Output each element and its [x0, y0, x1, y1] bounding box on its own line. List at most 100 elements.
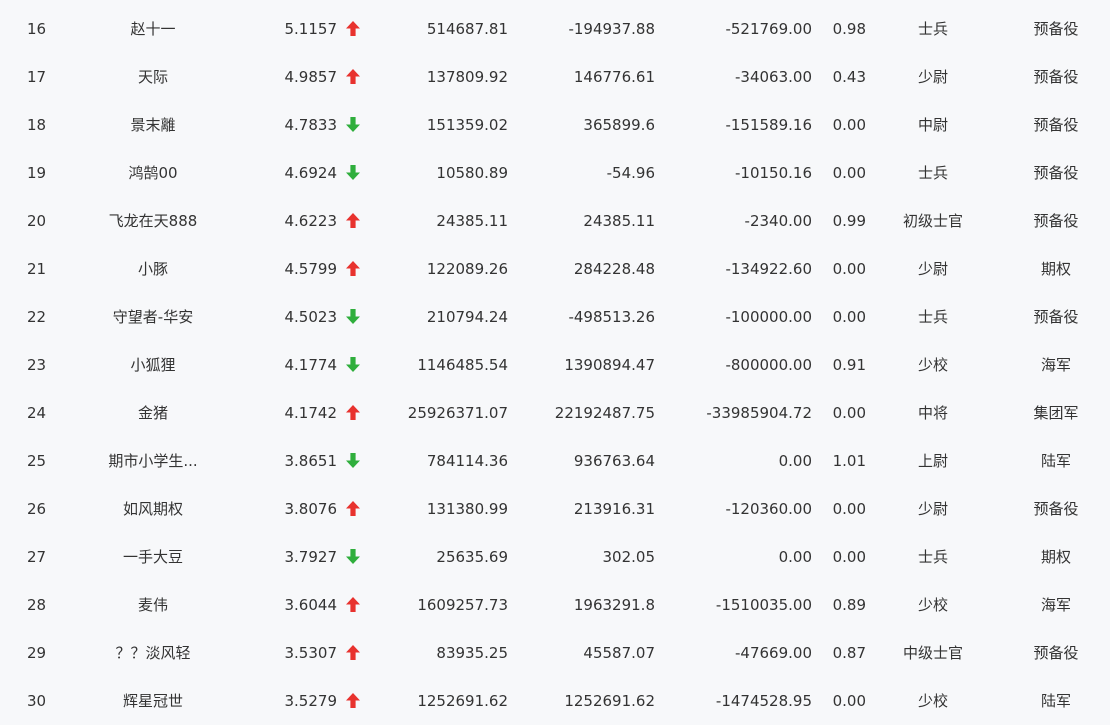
name-cell: 守望者-华安 [112, 308, 194, 326]
value1-cell: 1252691.62 [417, 692, 508, 710]
value2-cell: -194937.88 [568, 20, 655, 38]
arrow-down-icon [345, 533, 361, 581]
table-row: 20 飞龙在天888 4.6223 24385.11 24385.11 -2340.00 0… [0, 197, 1110, 245]
military-rank-cell: 士兵 [917, 20, 948, 38]
ratio-cell: 5.1157 [284, 20, 338, 38]
military-rank-cell: 少校 [917, 692, 948, 710]
ratio-cell: 4.1774 [284, 356, 338, 374]
branch-cell: 预备役 [1033, 20, 1079, 38]
military-rank-cell: 上尉 [917, 452, 948, 470]
value3-cell: -134922.60 [725, 260, 812, 278]
name-cell: 辉星冠世 [122, 692, 183, 710]
ratio-cell: 4.5023 [284, 308, 338, 326]
value4-cell: 0.89 [832, 596, 866, 614]
ratio-cell: 4.9857 [284, 68, 338, 86]
value4-cell: 0.00 [832, 260, 866, 278]
branch-cell: 预备役 [1033, 212, 1079, 230]
rank-cell: 27 [27, 548, 47, 566]
military-rank-cell: 士兵 [917, 548, 948, 566]
military-rank-cell: 士兵 [917, 164, 948, 182]
arrow-up-icon [345, 53, 361, 101]
branch-cell: 预备役 [1033, 164, 1079, 182]
rank-cell: 23 [27, 356, 47, 374]
value3-cell: -521769.00 [725, 20, 812, 38]
rank-cell: 21 [27, 260, 47, 278]
name-cell: 一手大豆 [122, 548, 183, 566]
branch-cell: 预备役 [1033, 308, 1079, 326]
value1-cell: 137809.92 [426, 68, 508, 86]
value4-cell: 0.00 [832, 500, 866, 518]
table-row: 27 一手大豆 3.7927 25635.69 302.05 0.00 0.00 士兵 期权 [0, 533, 1110, 581]
arrow-up-icon [345, 629, 361, 677]
ratio-cell: 4.5799 [284, 260, 338, 278]
ratio-cell: 4.6223 [284, 212, 338, 230]
rank-cell: 19 [27, 164, 47, 182]
ratio-cell: 3.8651 [284, 452, 338, 470]
value1-cell: 1609257.73 [417, 596, 508, 614]
rank-cell: 20 [27, 212, 47, 230]
value4-cell: 0.00 [832, 308, 866, 326]
value1-cell: 514687.81 [426, 20, 508, 38]
arrow-up-icon [345, 197, 361, 245]
value3-cell: -120360.00 [725, 500, 812, 518]
value1-cell: 151359.02 [426, 116, 508, 134]
value4-cell: 0.43 [832, 68, 866, 86]
value4-cell: 1.01 [832, 452, 866, 470]
table-row: 26 如风期权 3.8076 131380.99 213916.31 -120360.00… [0, 485, 1110, 533]
military-rank-cell: 士兵 [917, 308, 948, 326]
rank-cell: 25 [27, 452, 47, 470]
rank-cell: 16 [27, 20, 47, 38]
value3-cell: -34063.00 [735, 68, 812, 86]
rank-cell: 24 [27, 404, 47, 422]
arrow-up-icon [345, 5, 361, 53]
value3-cell: -800000.00 [725, 356, 812, 374]
value4-cell: 0.00 [832, 548, 866, 566]
table-row: 18 景末離 4.7833 151359.02 365899.6 -151589.16 0.… [0, 101, 1110, 149]
value2-cell: 24385.11 [583, 212, 655, 230]
ratio-cell: 4.1742 [284, 404, 338, 422]
value3-cell: -10150.16 [735, 164, 812, 182]
name-cell: 飞龙在天888 [108, 212, 198, 230]
value2-cell: 936763.64 [573, 452, 655, 470]
value2-cell: 365899.6 [583, 116, 655, 134]
ratio-cell: 4.7833 [284, 116, 338, 134]
value4-cell: 0.87 [832, 644, 866, 662]
table-row: 29 ？？淡风轻 3.5307 83935.25 45587.07 -47669.00 0.… [0, 629, 1110, 677]
value3-cell: 0.00 [778, 452, 812, 470]
value2-cell: 213916.31 [573, 500, 655, 518]
value3-cell: -47669.00 [735, 644, 812, 662]
name-cell: 赵十一 [130, 20, 176, 38]
branch-cell: 预备役 [1033, 116, 1079, 134]
arrow-up-icon [345, 245, 361, 293]
name-cell: 如风期权 [122, 500, 183, 518]
name-cell: ？？淡风轻 [115, 644, 191, 662]
name-cell: 天际 [137, 68, 168, 86]
name-cell: 鸿鹄00 [128, 164, 178, 182]
value1-cell: 1146485.54 [417, 356, 508, 374]
arrow-up-icon [345, 485, 361, 533]
ratio-cell: 4.6924 [284, 164, 338, 182]
value1-cell: 784114.36 [426, 452, 508, 470]
military-rank-cell: 中将 [917, 404, 948, 422]
military-rank-cell: 中尉 [917, 116, 948, 134]
name-cell: 小豚 [137, 260, 168, 278]
value3-cell: -1510035.00 [715, 596, 812, 614]
branch-cell: 陆军 [1040, 452, 1071, 470]
value4-cell: 0.91 [832, 356, 866, 374]
value1-cell: 25635.69 [436, 548, 508, 566]
arrow-up-icon [345, 677, 361, 725]
branch-cell: 预备役 [1033, 644, 1079, 662]
rank-cell: 22 [27, 308, 47, 326]
arrow-down-icon [345, 293, 361, 341]
name-cell: 景末離 [130, 116, 176, 134]
ratio-cell: 3.6044 [284, 596, 338, 614]
value1-cell: 83935.25 [436, 644, 508, 662]
arrow-up-icon [345, 581, 361, 629]
value3-cell: -33985904.72 [706, 404, 812, 422]
name-cell: 小狐狸 [130, 356, 176, 374]
military-rank-cell: 少校 [917, 596, 948, 614]
table-row: 19 鸿鹄00 4.6924 10580.89 -54.96 -10150.16 0.00 士… [0, 149, 1110, 197]
value2-cell: 22192487.75 [554, 404, 655, 422]
value2-cell: 1390894.47 [564, 356, 655, 374]
value2-cell: 45587.07 [583, 644, 655, 662]
